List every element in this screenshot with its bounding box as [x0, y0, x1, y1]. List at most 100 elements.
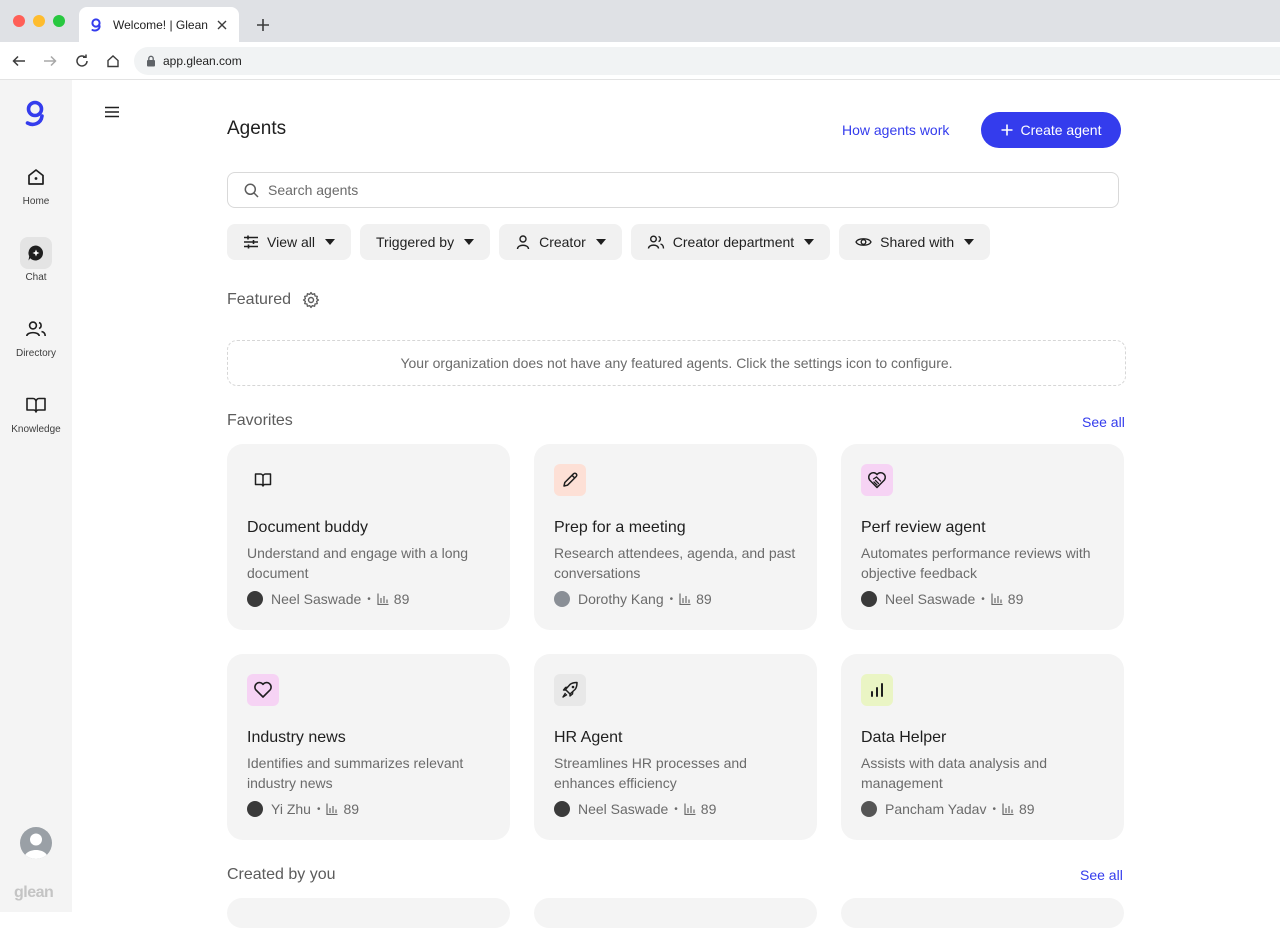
url-field[interactable]: app.glean.com [134, 47, 1280, 75]
bar-chart-icon [679, 593, 691, 605]
handshake-heart-icon [861, 464, 893, 496]
rail-label-chat: Chat [25, 272, 47, 283]
separator-dot: • [669, 593, 674, 605]
usage-count: 89 [700, 801, 717, 817]
user-avatar[interactable] [20, 827, 52, 859]
filter-creator-department[interactable]: Creator department [630, 224, 831, 260]
browser-address-bar: app.glean.com [0, 42, 1280, 80]
card-description: Streamlines HR processes and enhances ef… [554, 755, 747, 791]
featured-heading: Featured [227, 291, 292, 308]
menu-hamburger-icon[interactable] [104, 104, 120, 120]
window-maximize-button[interactable] [53, 15, 65, 27]
glean-logo-icon[interactable] [22, 98, 50, 128]
author-avatar [861, 591, 877, 607]
card-meta: Neel Saswade • 89 [247, 591, 409, 607]
rail-item-knowledge[interactable]: Knowledge [0, 389, 72, 445]
browser-tab-bar: Welcome! | Glean [0, 0, 1280, 42]
caret-down-icon [464, 239, 475, 245]
forward-arrow-icon[interactable] [40, 51, 60, 71]
page-title: Agents [227, 118, 287, 139]
rocket-icon [554, 674, 586, 706]
lock-icon [146, 55, 156, 67]
filter-shared-with[interactable]: Shared with [839, 224, 991, 260]
card-description: Research attendees, agenda, and past con… [554, 545, 796, 581]
caret-down-icon [595, 239, 606, 245]
agent-card-data-helper[interactable]: Data Helper Assists with data analysis a… [841, 654, 1124, 840]
author-avatar [554, 591, 570, 607]
home-browser-icon[interactable] [103, 51, 123, 71]
card-title: Industry news [247, 729, 346, 746]
rail-item-home[interactable]: Home [0, 161, 72, 217]
rail-item-directory[interactable]: Directory [0, 313, 72, 369]
agent-card-prep-for-a-meeting[interactable]: Prep for a meeting Research attendees, a… [534, 444, 817, 630]
agent-card-perf-review-agent[interactable]: Perf review agent Automates performance … [841, 444, 1124, 630]
created-see-all-link[interactable]: See all [1080, 867, 1123, 883]
window-minimize-button[interactable] [33, 15, 45, 27]
card-description: Understand and engage with a long docume… [247, 545, 469, 581]
separator-dot: • [316, 803, 321, 815]
author-avatar [554, 801, 570, 817]
card-meta: Neel Saswade • 89 [554, 801, 716, 817]
tab-close-icon[interactable] [215, 18, 229, 32]
rail-label-home: Home [22, 196, 50, 207]
card-description: Automates performance reviews with objec… [861, 545, 1091, 581]
window-close-button[interactable] [13, 15, 25, 27]
bar-chart-icon [1002, 803, 1014, 815]
author-avatar [247, 591, 263, 607]
sliders-icon [243, 234, 259, 250]
new-tab-plus-icon[interactable] [252, 14, 274, 36]
created-card[interactable] [841, 898, 1124, 928]
agent-card-document-buddy[interactable]: Document buddy Understand and engage wit… [227, 444, 510, 630]
created-card[interactable] [227, 898, 510, 928]
favorites-see-all-link[interactable]: See all [1082, 414, 1125, 430]
caret-down-icon [964, 239, 975, 245]
usage-count: 89 [343, 801, 360, 817]
filter-view-all[interactable]: View all [227, 224, 351, 260]
filter-label: Creator [539, 234, 586, 250]
created-by-you-heading: Created by you [227, 866, 336, 883]
rail-item-chat[interactable]: Chat [0, 237, 72, 293]
create-agent-button[interactable]: Create agent [981, 112, 1121, 148]
author-name: Pancham Yadav [885, 801, 987, 817]
card-description: Identifies and summarizes relevant indus… [247, 755, 464, 791]
card-meta: Neel Saswade • 89 [861, 591, 1023, 607]
tab-title: Welcome! | Glean [113, 17, 208, 32]
card-title: HR Agent [554, 729, 623, 746]
created-card[interactable] [534, 898, 817, 928]
filter-bar: View all Triggered by Creator Creator de… [227, 224, 991, 260]
usage-count: 89 [696, 591, 712, 607]
author-name: Neel Saswade [271, 591, 362, 607]
separator-dot: • [992, 803, 996, 815]
author-avatar [247, 801, 263, 817]
person-icon [515, 234, 531, 250]
author-avatar [861, 801, 877, 817]
bar-chart-icon [861, 674, 893, 706]
author-name: Dorothy Kang [578, 591, 664, 607]
caret-down-icon [325, 239, 335, 245]
search-box[interactable] [227, 172, 1119, 208]
browser-tab[interactable]: Welcome! | Glean [79, 7, 239, 42]
url-text: app.glean.com [163, 54, 242, 68]
bar-chart-icon [377, 593, 389, 605]
pencil-icon [554, 464, 586, 496]
agent-card-hr-agent[interactable]: HR Agent Streamlines HR processes and en… [534, 654, 817, 840]
settings-gear-icon[interactable] [302, 291, 320, 309]
how-agents-work-link[interactable]: How agents work [842, 122, 949, 138]
search-icon [244, 183, 259, 198]
search-input[interactable] [268, 182, 1088, 198]
card-meta: Dorothy Kang • 89 [554, 591, 712, 607]
filter-creator[interactable]: Creator [499, 224, 622, 260]
book-icon [20, 389, 52, 421]
filter-triggered-by[interactable]: Triggered by [360, 224, 491, 260]
favorites-heading: Favorites [227, 412, 293, 429]
agent-card-industry-news[interactable]: Industry news Identifies and summarizes … [227, 654, 510, 840]
filter-label: Shared with [880, 234, 955, 250]
author-name: Yi Zhu [271, 801, 311, 817]
usage-count: 89 [1018, 801, 1035, 817]
filter-label: View all [267, 234, 315, 250]
back-arrow-icon[interactable] [9, 51, 29, 71]
left-rail: Home Chat Directory Knowledge glean [0, 80, 72, 912]
reload-icon[interactable] [72, 51, 92, 71]
caret-down-icon [804, 239, 815, 245]
glean-wordmark: glean [14, 884, 54, 901]
